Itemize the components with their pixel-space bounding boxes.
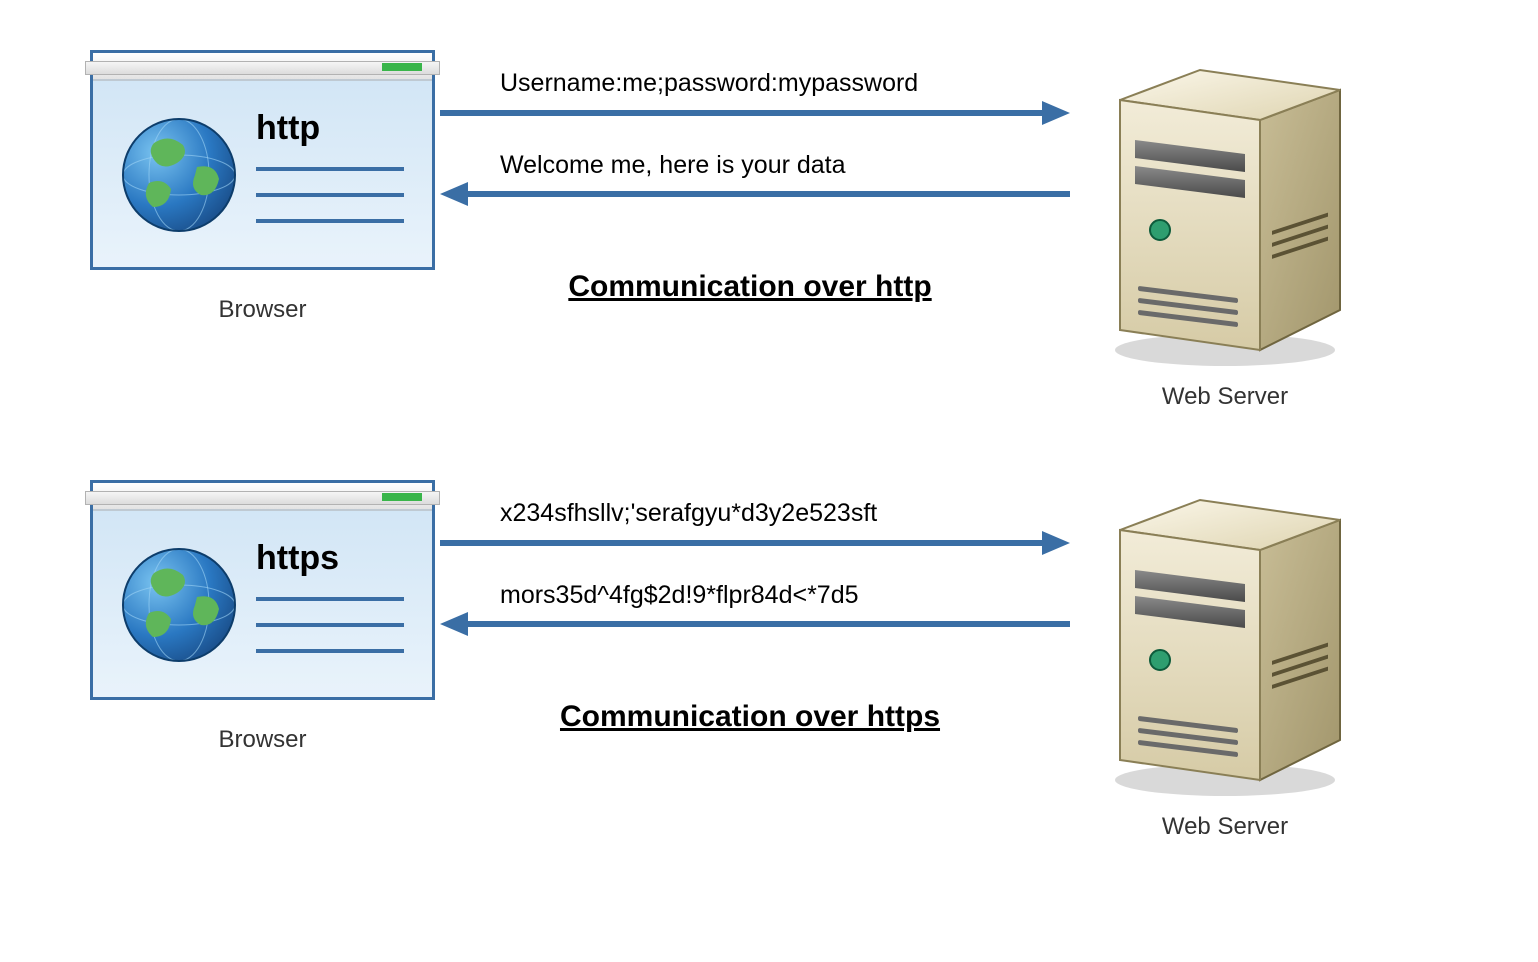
browser-caption: Browser [90, 298, 435, 322]
server-column-http: Web Server [1060, 50, 1390, 409]
server-icon [1090, 50, 1360, 370]
https-section: https Browser x234sfhsllv;'serafgyu*d3y2… [0, 480, 1538, 839]
arrow-right-icon [440, 98, 1070, 128]
browser-window-https: https [90, 480, 435, 700]
server-caption: Web Server [1060, 815, 1390, 839]
protocol-label: https [256, 541, 404, 575]
browser-window-http: http [90, 50, 435, 270]
browser-caption: Browser [90, 728, 435, 752]
browser-column-http: http Browser [60, 50, 440, 322]
arrow-left-icon [440, 179, 1070, 209]
server-caption: Web Server [1060, 385, 1390, 409]
browser-titlebar [93, 53, 432, 81]
globe-icon [119, 545, 239, 670]
arrow-left-icon [440, 609, 1070, 639]
section-title-http: Communication over http [440, 269, 1060, 305]
request-text-https: x234sfhsllv;'serafgyu*d3y2e523sft [500, 500, 1060, 528]
server-icon [1090, 480, 1360, 800]
protocol-label: http [256, 111, 404, 145]
server-column-https: Web Server [1060, 480, 1390, 839]
response-text-http: Welcome me, here is your data [500, 152, 1060, 180]
response-text-https: mors35d^4fg$2d!9*flpr84d<*7d5 [500, 582, 1060, 610]
http-section: http Browser Username:me;password:mypass… [0, 50, 1538, 409]
browser-column-https: https Browser [60, 480, 440, 752]
arrows-https: x234sfhsllv;'serafgyu*d3y2e523sft mors35… [440, 480, 1060, 735]
arrow-right-icon [440, 528, 1070, 558]
globe-icon [119, 115, 239, 240]
section-title-https: Communication over https [440, 699, 1060, 735]
request-text-http: Username:me;password:mypassword [500, 70, 1060, 98]
arrows-http: Username:me;password:mypassword Welcome … [440, 50, 1060, 305]
browser-titlebar [93, 483, 432, 511]
